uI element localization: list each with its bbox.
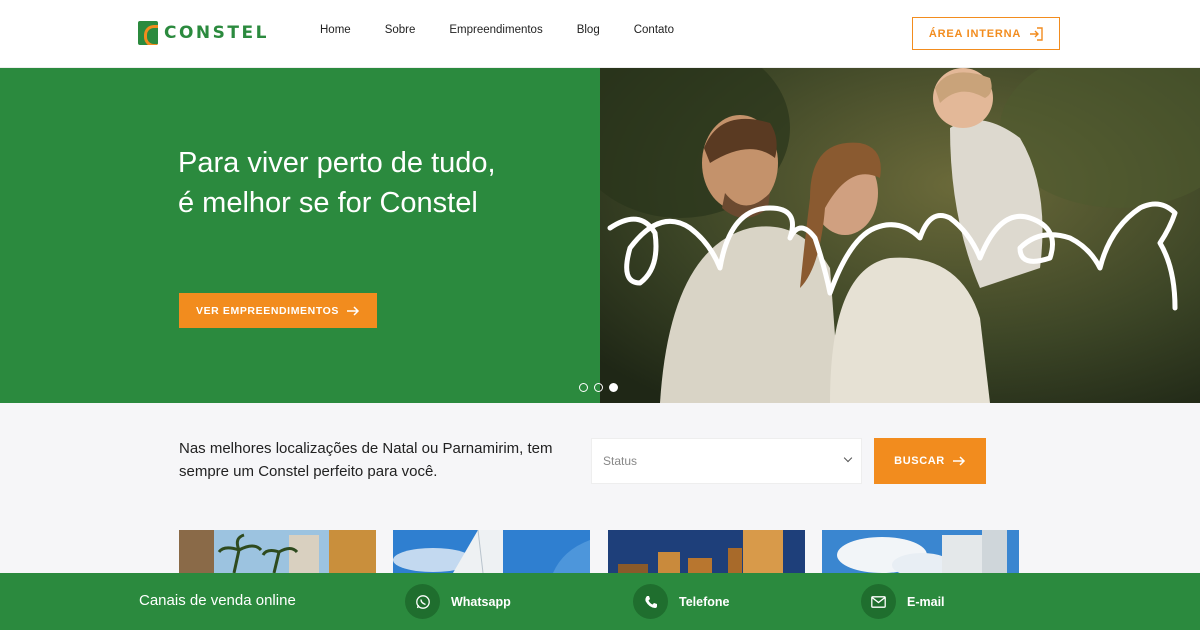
- nav-blog[interactable]: Blog: [577, 24, 600, 36]
- status-select[interactable]: Status: [591, 438, 862, 484]
- logo-text: CONSTEL: [164, 23, 269, 43]
- status-placeholder: Status: [603, 454, 638, 468]
- listing-card[interactable]: [393, 530, 590, 573]
- arrow-right-icon: [952, 456, 965, 466]
- whatsapp-icon: [405, 584, 440, 619]
- carousel-dot-3[interactable]: [609, 383, 618, 392]
- listing-card[interactable]: [179, 530, 376, 573]
- nav-empreendimentos[interactable]: Empreendimentos: [449, 24, 542, 36]
- whatsapp-channel[interactable]: Whatsapp: [405, 584, 511, 619]
- area-interna-label: ÁREA INTERNA: [928, 27, 1022, 40]
- carousel-dot-1[interactable]: [579, 383, 588, 392]
- sales-channels-title: Canais de venda online: [139, 592, 296, 609]
- telefone-label: Telefone: [679, 594, 730, 609]
- sales-channels-bar: Canais de venda online Whatsapp Telefone…: [0, 573, 1200, 630]
- nav-contato[interactable]: Contato: [634, 24, 674, 36]
- tower-clouds-photo: [822, 530, 1019, 573]
- carousel-dot-2[interactable]: [594, 383, 603, 392]
- search-section: Nas melhores localizações de Natal ou Pa…: [0, 403, 1200, 573]
- search-tagline: Nas melhores localizações de Natal ou Pa…: [179, 440, 553, 480]
- whatsapp-label: Whatsapp: [451, 594, 511, 609]
- email-channel[interactable]: E-mail: [861, 584, 945, 619]
- logo-mark-icon: [138, 21, 158, 45]
- hero-title: Para viver perto de tudo, é melhor se fo…: [178, 147, 496, 219]
- hero-panel: Para viver perto de tudo, é melhor se fo…: [0, 68, 600, 403]
- ver-empreendimentos-button[interactable]: VER EMPREENDIMENTOS: [179, 293, 377, 328]
- telefone-channel[interactable]: Telefone: [633, 584, 729, 619]
- mail-icon: [861, 584, 896, 619]
- tower-blue-sky-photo: [393, 530, 590, 573]
- main-nav: Home Sobre Empreendimentos Blog Contato: [320, 24, 708, 36]
- hero-image: [600, 68, 1200, 403]
- login-arrow-icon: [1030, 26, 1043, 41]
- building-palms-photo: [179, 530, 376, 573]
- listing-card[interactable]: [822, 530, 1019, 573]
- arrow-right-icon: [347, 305, 360, 316]
- site-header: CONSTEL Home Sobre Empreendimentos Blog …: [0, 0, 1200, 68]
- listing-card[interactable]: [608, 530, 805, 573]
- constel-logo[interactable]: CONSTEL: [138, 21, 269, 45]
- hero-carousel-dots: [579, 383, 618, 392]
- email-label: E-mail: [907, 594, 945, 609]
- buildings-dusk-photo: [608, 530, 805, 573]
- nav-home[interactable]: Home: [320, 24, 351, 36]
- buscar-button[interactable]: BUSCAR: [874, 438, 986, 484]
- nav-sobre[interactable]: Sobre: [385, 24, 416, 36]
- family-photo: [600, 68, 1200, 403]
- phone-icon: [633, 584, 668, 619]
- area-interna-button[interactable]: ÁREA INTERNA: [912, 17, 1060, 50]
- buscar-label: BUSCAR: [894, 455, 945, 467]
- ver-empreendimentos-label: VER EMPREENDIMENTOS: [195, 304, 340, 317]
- chevron-down-icon: [843, 453, 853, 463]
